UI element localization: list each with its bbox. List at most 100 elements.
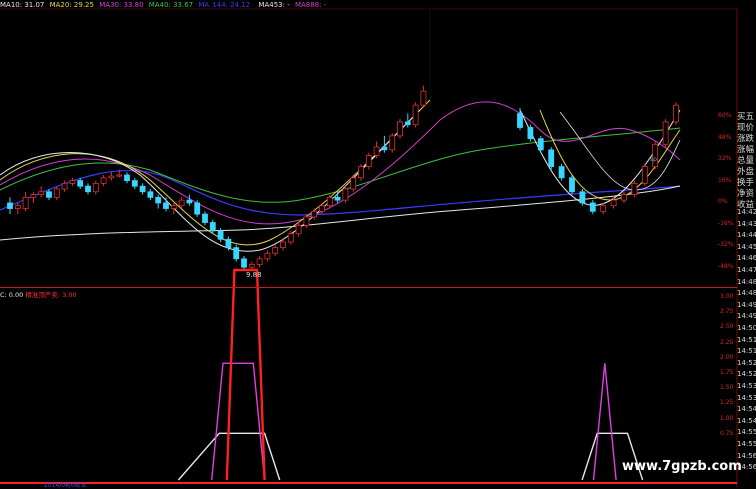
candle-body	[147, 191, 154, 198]
time-label: 14:55	[737, 440, 756, 448]
candle-body	[548, 149, 555, 168]
candle-body	[155, 196, 162, 204]
ma10-label: MA10: 31.07	[0, 1, 45, 9]
candle-body	[389, 135, 396, 151]
candle-body	[46, 191, 52, 198]
candle-body	[14, 205, 21, 209]
candle-body	[217, 230, 224, 240]
candle-body	[621, 194, 627, 201]
candle-body	[163, 202, 169, 209]
moving-average-lines	[0, 99, 681, 252]
candle-body	[77, 180, 84, 187]
candle-body	[350, 177, 357, 190]
price-tick-label: 60%	[718, 112, 732, 119]
time-label: 14:54	[737, 405, 756, 414]
time-label: 14:49	[737, 300, 756, 309]
time-label: 14:53	[737, 382, 756, 390]
indicator-tick-label: 1.25	[720, 399, 734, 407]
ma144-label: MA 144: 24.12	[198, 1, 253, 9]
time-label: 14:52	[737, 370, 756, 379]
candle-body	[373, 146, 380, 156]
time-label: 14:48	[737, 277, 756, 286]
quote-label: 涨幅	[737, 145, 755, 155]
indicator-tick-label: 3.00	[720, 293, 734, 300]
candle-body	[326, 196, 333, 207]
candle-body	[358, 166, 364, 179]
time-label: 14:49	[737, 312, 756, 321]
date-tag: 2014/08/08/五	[44, 482, 87, 489]
indicator-series-magenta	[211, 362, 266, 481]
candle-body	[311, 210, 318, 218]
indicator-tick-label: 1.50	[720, 384, 734, 392]
time-label: 14:47	[737, 266, 756, 274]
indicator-lines	[177, 268, 644, 481]
candle-body	[69, 180, 76, 184]
candle-body	[631, 182, 638, 195]
indicator-series-red	[225, 268, 266, 481]
candle-body	[30, 194, 37, 198]
indicator-series-magenta2	[592, 363, 617, 481]
ma144-line	[0, 169, 681, 216]
time-label: 14:51	[737, 335, 756, 344]
ma20-label: MA20: 29.25	[49, 1, 94, 9]
ma453-label: MA453: -	[258, 1, 290, 9]
price-tick-label: 32%	[718, 155, 732, 162]
grid-lines	[0, 8, 738, 487]
candle-body	[558, 166, 565, 179]
candle-body	[569, 177, 575, 193]
candle-body	[53, 188, 60, 198]
candle-body	[194, 202, 201, 215]
watermark: www.7gpzb.com	[622, 459, 742, 474]
time-label: 14:46	[737, 254, 756, 263]
candle-body	[108, 175, 115, 179]
candle-body	[124, 174, 130, 181]
candle-body	[241, 258, 247, 268]
time-label: 14:45	[737, 242, 756, 251]
time-label: 14:44	[737, 231, 756, 240]
indicator-prefix: C: 0.00	[0, 291, 24, 299]
candle-body	[170, 205, 177, 209]
candle-body	[248, 264, 255, 268]
stock-chart[interactable]	[0, 0, 756, 487]
quote-label: 换手	[737, 178, 755, 188]
ma30-label: MA30: 33.80	[99, 1, 144, 9]
candle-body	[365, 155, 372, 168]
indicator-tick-label: 0.75	[720, 429, 734, 437]
candle-body	[38, 191, 45, 195]
candle-body	[178, 199, 185, 207]
price-tick-label: 48%	[718, 133, 732, 141]
candle-body	[22, 196, 29, 209]
candle-body	[600, 205, 607, 212]
ma10b-line-right	[559, 111, 681, 191]
ma20-line-right	[539, 109, 681, 201]
candle-body	[412, 104, 419, 126]
ma888-label: MA888: -	[294, 1, 327, 9]
time-label: 14:42	[737, 208, 756, 216]
price-tick-label: 16%	[718, 176, 732, 184]
candle-body	[295, 224, 302, 235]
candle-body	[610, 199, 617, 207]
candle-body	[280, 241, 286, 249]
candle-body	[233, 247, 240, 260]
quote-label: 总量	[737, 156, 755, 166]
candle-body	[397, 121, 403, 137]
indicator-tick-label: 2.25	[720, 338, 734, 346]
ma40-label: MA40: 33.67	[148, 1, 194, 9]
price-tick-label: -48%	[718, 262, 734, 270]
candle-body	[589, 202, 596, 212]
low-price-tag: 9.88	[246, 271, 262, 279]
quote-label: 买五	[737, 112, 755, 122]
candle-body	[131, 180, 138, 187]
candle-body	[202, 213, 208, 223]
ma144-value: 144: 24.12	[212, 1, 251, 9]
candle-body	[334, 196, 341, 201]
candle-body	[256, 258, 263, 265]
time-label: 14:53	[737, 393, 756, 402]
time-label: 14:51	[737, 347, 756, 356]
indicator-tick-label: 2.75	[720, 308, 734, 316]
ma-legend: MA10: 31.07 MA20: 29.25 MA30: 33.80 MA40…	[0, 0, 329, 10]
candle-body	[264, 252, 271, 260]
candle-body	[319, 205, 325, 212]
candle-body	[209, 222, 216, 232]
time-label: 14:54	[737, 416, 756, 425]
